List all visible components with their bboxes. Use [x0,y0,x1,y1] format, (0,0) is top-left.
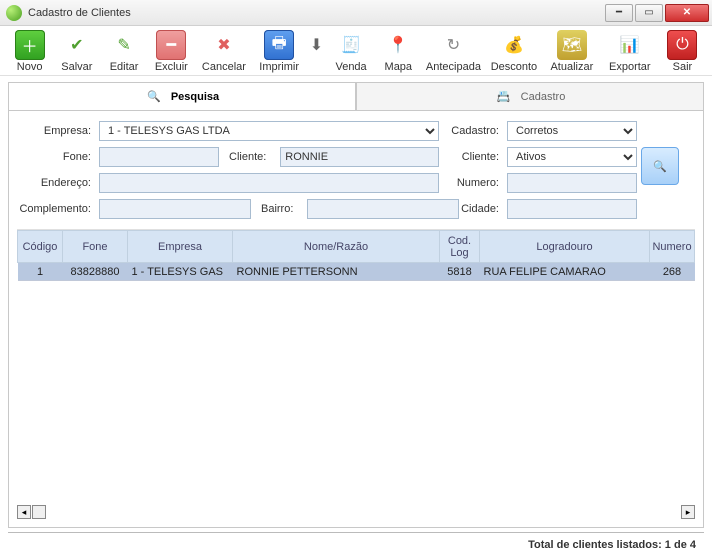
imprimir-button[interactable]: 🖶Imprimir [257,30,302,73]
th-fone[interactable]: Fone [63,231,128,263]
update-icon: 🗺 [557,30,587,60]
sair-button[interactable]: ⏻Sair [663,30,702,73]
search-button[interactable]: 🔍 [641,147,679,185]
cell-empresa: 1 - TELESYS GAS [128,263,233,281]
desconto-button[interactable]: 💰Desconto [489,30,539,73]
excel-icon: 📊 [615,30,645,60]
salvar-button[interactable]: ✔Salvar [57,30,96,73]
th-logradouro[interactable]: Logradouro [480,231,650,263]
cadastro-select[interactable]: Corretos [507,121,637,141]
cliente2-label: Cliente: [443,151,503,163]
novo-button[interactable]: ＋Novo [10,30,49,73]
scroll-track-left[interactable] [32,505,46,519]
table-row[interactable]: 1 83828880 1 - TELESYS GAS RONNIE PETTER… [18,263,695,281]
empresa-select[interactable]: 1 - TELESYS GAS LTDA [99,121,439,141]
app-icon [6,5,22,21]
cell-numero: 268 [650,263,695,281]
cell-codlog: 5818 [440,263,480,281]
editar-button[interactable]: ✎Editar [104,30,143,73]
results-table-wrap: Código Fone Empresa Nome/Razão Cod. Log … [17,229,695,501]
numero-input[interactable] [507,173,637,193]
cliente-status-select[interactable]: Ativos [507,147,637,167]
endereco-input[interactable] [99,173,439,193]
bairro-label: Bairro: [261,203,297,215]
window-title: Cadastro de Clientes [28,7,131,19]
scroll-footer: ◂ ▸ [17,501,695,519]
cancelar-button[interactable]: ✖Cancelar [199,30,249,73]
cell-nome: RONNIE PETTERSONN [233,263,440,281]
th-codlog[interactable]: Cod. Log [440,231,480,263]
exportar-button[interactable]: 📊Exportar [605,30,655,73]
toolbar: ＋Novo ✔Salvar ✎Editar ━Excluir ✖Cancelar… [0,26,712,76]
close-button[interactable]: ✕ [665,4,709,22]
map-pin-icon: 📍 [383,30,413,60]
tab-pesquisa[interactable]: 🔍 Pesquisa [8,82,356,110]
th-numero[interactable]: Numero [650,231,695,263]
atualizar-button[interactable]: 🗺Atualizar [547,30,597,73]
magnifier-icon: 🔍 [653,160,667,173]
scroll-left-button[interactable]: ◂ [17,505,31,519]
tabstrip: 🔍 Pesquisa 📇 Cadastro [8,82,704,110]
search-panel: Empresa: 1 - TELESYS GAS LTDA Cadastro: … [8,110,704,528]
arrow-down-icon: ⬇ [301,30,331,60]
scroll-right-button[interactable]: ▸ [681,505,695,519]
refresh-icon: ↻ [438,30,468,60]
plus-icon: ＋ [15,30,45,60]
complemento-label: Complemento: [17,203,95,215]
fone-input[interactable] [99,147,219,167]
table-header-row: Código Fone Empresa Nome/Razão Cod. Log … [18,231,695,263]
cell-logradouro: RUA FELIPE CAMARAO [480,263,650,281]
sale-icon: 🧾 [336,30,366,60]
minimize-button[interactable]: ━ [605,4,633,22]
numero-label: Numero: [443,177,503,189]
tab-cadastro[interactable]: 📇 Cadastro [356,82,704,110]
maximize-button[interactable]: ▭ [635,4,663,22]
check-icon: ✔ [62,30,92,60]
excluir-button[interactable]: ━Excluir [152,30,191,73]
venda-button[interactable]: 🧾Venda [331,30,370,73]
complemento-input[interactable] [99,199,251,219]
cadastro-label: Cadastro: [443,125,503,137]
form-icon: 📇 [495,88,513,106]
cell-codigo: 1 [18,263,63,281]
pencil-icon: ✎ [109,30,139,60]
bairro-input[interactable] [307,199,459,219]
titlebar: Cadastro de Clientes ━ ▭ ✕ [0,0,712,26]
cidade-input[interactable] [507,199,637,219]
printer-icon: 🖶 [264,30,294,60]
cell-fone: 83828880 [63,263,128,281]
mapa-button[interactable]: 📍Mapa [379,30,418,73]
power-icon: ⏻ [667,30,697,60]
cliente-label: Cliente: [229,151,270,163]
search-icon: 🔍 [145,88,163,106]
empresa-label: Empresa: [17,125,95,137]
discount-icon: 💰 [499,30,529,60]
tab-cadastro-label: Cadastro [521,91,566,103]
cliente-input[interactable] [280,147,439,167]
th-empresa[interactable]: Empresa [128,231,233,263]
tab-pesquisa-label: Pesquisa [171,91,219,103]
x-icon: ✖ [209,30,239,60]
fone-label: Fone: [17,151,95,163]
antecipada-button[interactable]: ↻Antecipada [426,30,481,73]
total-label: Total de clientes listados: 1 de 4 [8,532,704,555]
dropdown-arrow-button[interactable]: ⬇ [309,30,323,73]
endereco-label: Endereço: [17,177,95,189]
results-table: Código Fone Empresa Nome/Razão Cod. Log … [17,230,695,281]
th-codigo[interactable]: Código [18,231,63,263]
minus-icon: ━ [156,30,186,60]
cidade-label: Cidade: [443,203,503,215]
th-nome[interactable]: Nome/Razão [233,231,440,263]
